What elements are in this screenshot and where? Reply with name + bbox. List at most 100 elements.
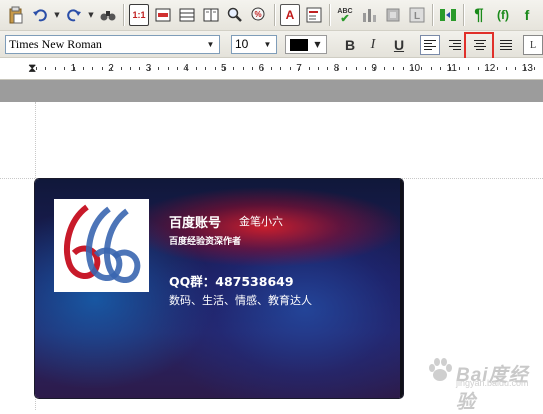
paragraph-icon[interactable]	[304, 4, 324, 26]
justify-icon	[500, 40, 512, 50]
form-field-icon[interactable]	[153, 4, 173, 26]
frame-icon[interactable]: L	[407, 4, 427, 26]
ruler-tick	[459, 67, 460, 70]
ruler-tick	[242, 67, 244, 70]
ruler-tick	[271, 67, 272, 70]
ruler-tick	[83, 67, 84, 70]
svg-text:L: L	[414, 11, 420, 22]
standard-toolbar: ▼ ▼ 1:1 % A ABC ✔ L ¶ (f) f	[0, 0, 543, 31]
undo-dropdown-icon[interactable]: ▼	[52, 4, 62, 26]
ruler-tick	[374, 67, 376, 70]
zoom-icon[interactable]	[225, 4, 245, 26]
align-right-icon	[449, 40, 461, 50]
chart-icon[interactable]	[359, 4, 379, 26]
align-left-icon	[424, 40, 436, 50]
undo-icon[interactable]	[30, 4, 50, 26]
chevron-down-icon[interactable]: ▼	[261, 38, 274, 51]
toolbar-separator	[463, 4, 464, 26]
ruler-number: 13	[521, 63, 533, 74]
ruler-tick	[195, 67, 197, 70]
insert-icon[interactable]	[438, 4, 458, 26]
ruler-tick	[515, 67, 517, 70]
ruler-tick	[487, 67, 489, 70]
ruler-tick	[534, 67, 536, 70]
ruler-number: 10	[409, 63, 421, 74]
logo-image	[54, 199, 149, 292]
business-card-image[interactable]: 百度账号 金笔小六 百度经验资深作者 QQ群：487538649 数码、生活、情…	[35, 179, 403, 398]
object-icon[interactable]	[383, 4, 403, 26]
font-name-select[interactable]: Times New Roman ▼	[5, 35, 220, 54]
ruler-tick	[101, 67, 103, 70]
ruler-tick	[261, 67, 263, 70]
card-name: 金笔小六	[239, 215, 283, 228]
bold-button[interactable]: B	[340, 35, 360, 55]
align-left-button[interactable]	[420, 35, 440, 55]
toolbar-separator	[274, 4, 275, 26]
card-subtitle: 百度经验资深作者	[169, 237, 242, 247]
ruler-tick	[440, 67, 442, 70]
ruler-number: 11	[446, 63, 457, 74]
zoom-percent-icon[interactable]: %	[249, 4, 269, 26]
svg-text:%: %	[255, 10, 262, 19]
ruler-tick	[186, 67, 188, 70]
ruler-tick	[233, 67, 235, 70]
font-size-select[interactable]: 10 ▼	[231, 35, 277, 54]
pilcrow-icon[interactable]: ¶	[469, 4, 489, 26]
ruler-tick	[393, 67, 395, 70]
ruler-tick	[496, 67, 498, 70]
field-codes-icon[interactable]: 1:1	[129, 4, 149, 26]
ruler-tick	[421, 67, 423, 70]
more-icon[interactable]: f	[517, 4, 537, 26]
ruler-tick	[506, 67, 507, 70]
align-right-button[interactable]	[445, 35, 465, 55]
table-icon[interactable]	[177, 4, 197, 26]
paste-icon[interactable]	[6, 4, 26, 26]
ruler-tick	[524, 67, 526, 70]
ruler-tick	[346, 67, 348, 70]
ruler-tick	[383, 67, 385, 70]
baidu-paw-icon	[429, 358, 452, 381]
font-size-value: 10	[235, 37, 249, 51]
font-name-value: Times New Roman	[9, 37, 102, 51]
ruler-tick	[327, 67, 329, 70]
ruler-tick	[54, 67, 56, 70]
ruler-band	[0, 80, 543, 102]
ruler-tick	[120, 67, 122, 70]
italic-button[interactable]: I	[363, 35, 383, 55]
watermark-sub: jingyan.baidu.com	[456, 378, 529, 388]
ruler-tick	[289, 67, 291, 70]
field-shading-icon[interactable]: (f)	[493, 4, 513, 26]
redo-icon[interactable]	[64, 4, 84, 26]
chevron-down-icon[interactable]: ▼	[311, 38, 324, 51]
horizontal-ruler[interactable]: ⧗ 12345678910111213	[0, 58, 543, 80]
ruler-tick	[280, 67, 282, 70]
chevron-down-icon[interactable]: ▼	[204, 38, 217, 51]
ruler-tick	[402, 67, 404, 70]
ruler-tick	[205, 67, 207, 70]
font-color-icon[interactable]: A	[280, 4, 300, 26]
toolbar-separator	[123, 4, 124, 26]
formatting-toolbar: Times New Roman ▼ 10 ▼ ▼ B I U L	[0, 31, 543, 58]
spellcheck-icon[interactable]: ABC ✔	[335, 4, 355, 26]
ruler-tick	[130, 67, 131, 70]
columns-icon[interactable]	[201, 4, 221, 26]
ruler-tick	[468, 67, 470, 70]
ruler-tick	[412, 67, 413, 70]
ruler-tick	[177, 67, 178, 70]
card-tags: 数码、生活、情感、教育达人	[169, 294, 312, 307]
ruler-tick	[111, 67, 113, 70]
ruler-tick	[224, 67, 225, 70]
color-swatch	[290, 39, 308, 51]
ruler-tick	[477, 67, 479, 70]
ruler-tick	[214, 67, 216, 70]
ruler-tick	[36, 67, 37, 70]
justify-button[interactable]	[496, 35, 516, 55]
toolbar-separator	[432, 4, 433, 26]
redo-dropdown-icon[interactable]: ▼	[86, 4, 96, 26]
underline-button[interactable]: U	[389, 35, 409, 55]
ruler-tick	[299, 67, 301, 70]
border-button[interactable]: L	[523, 35, 543, 55]
font-color-select[interactable]: ▼	[285, 35, 327, 54]
ruler-tick	[252, 67, 254, 70]
find-icon[interactable]	[98, 4, 118, 26]
